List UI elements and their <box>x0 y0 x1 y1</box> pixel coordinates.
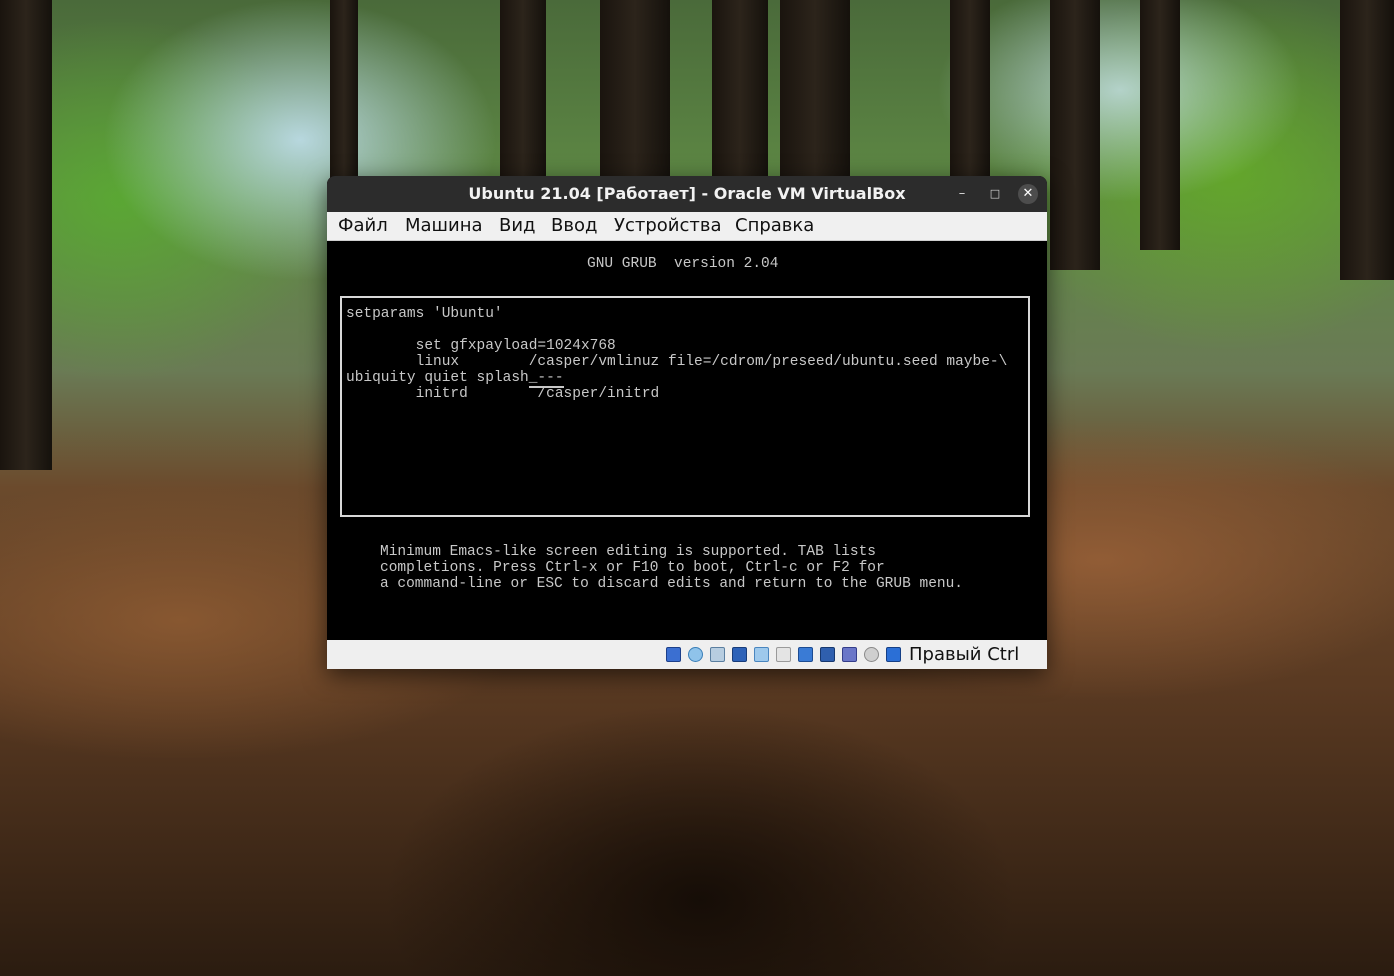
grub-line: set gfxpayload=1024x768 <box>346 338 616 354</box>
hard-disk-icon[interactable] <box>666 647 681 662</box>
grub-help-line: completions. Press Ctrl-x or F10 to boot… <box>380 560 885 576</box>
display-icon[interactable] <box>798 647 813 662</box>
status-bar: Правый Ctrl <box>327 640 1047 669</box>
grub-line-text: ubiquity quiet splash <box>346 370 529 386</box>
grub-help-line: a command-line or ESC to discard edits a… <box>380 576 963 592</box>
menu-help[interactable]: Справка <box>735 212 814 240</box>
virtualization-icon[interactable] <box>842 647 857 662</box>
menu-bar: Файл Машина Вид Ввод Устройства Справка <box>327 212 1047 241</box>
grub-header: GNU GRUB version 2.04 <box>587 256 779 272</box>
video-capture-icon[interactable] <box>820 647 835 662</box>
tree-trunk <box>1050 0 1100 270</box>
virtualbox-window: Ubuntu 21.04 [Работает] - Oracle VM Virt… <box>327 176 1047 669</box>
menu-view[interactable]: Вид <box>499 212 536 240</box>
maximize-button[interactable]: □ <box>985 184 1005 204</box>
minimize-button[interactable]: – <box>952 184 972 204</box>
mouse-integration-icon[interactable] <box>864 647 879 662</box>
menu-file[interactable]: Файл <box>338 212 388 240</box>
tree-trunk <box>500 0 546 190</box>
usb-icon[interactable] <box>754 647 769 662</box>
tree-trunk <box>1140 0 1180 250</box>
menu-input[interactable]: Ввод <box>551 212 597 240</box>
audio-icon[interactable] <box>710 647 725 662</box>
grub-line: setparams 'Ubuntu' <box>346 306 503 322</box>
tree-trunk <box>600 0 670 180</box>
host-key-label: Правый Ctrl <box>909 644 1020 665</box>
tree-trunk <box>712 0 768 180</box>
window-title: Ubuntu 21.04 [Работает] - Oracle VM Virt… <box>468 184 906 203</box>
menu-machine[interactable]: Машина <box>405 212 483 240</box>
optical-drive-icon[interactable] <box>688 647 703 662</box>
network-icon[interactable] <box>732 647 747 662</box>
shared-folders-icon[interactable] <box>776 647 791 662</box>
grub-line: ubiquity quiet splash_--- <box>346 370 564 388</box>
tree-trunk <box>0 0 52 470</box>
tree-trunk <box>1340 0 1394 280</box>
menu-devices[interactable]: Устройства <box>614 212 722 240</box>
tree-trunk <box>780 0 850 180</box>
close-button[interactable]: ✕ <box>1018 184 1038 204</box>
keyboard-capture-icon[interactable] <box>886 647 901 662</box>
grub-line: initrd /casper/initrd <box>346 386 660 402</box>
grub-edit-box[interactable]: setparams 'Ubuntu' set gfxpayload=1024x7… <box>340 296 1030 517</box>
grub-help-line: Minimum Emacs-like screen editing is sup… <box>380 544 876 560</box>
vm-screen[interactable]: GNU GRUB version 2.04 setparams 'Ubuntu'… <box>327 241 1047 640</box>
grub-line: linux /casper/vmlinuz file=/cdrom/presee… <box>346 354 1008 370</box>
tree-trunk <box>330 0 358 180</box>
title-bar[interactable]: Ubuntu 21.04 [Работает] - Oracle VM Virt… <box>327 176 1047 212</box>
